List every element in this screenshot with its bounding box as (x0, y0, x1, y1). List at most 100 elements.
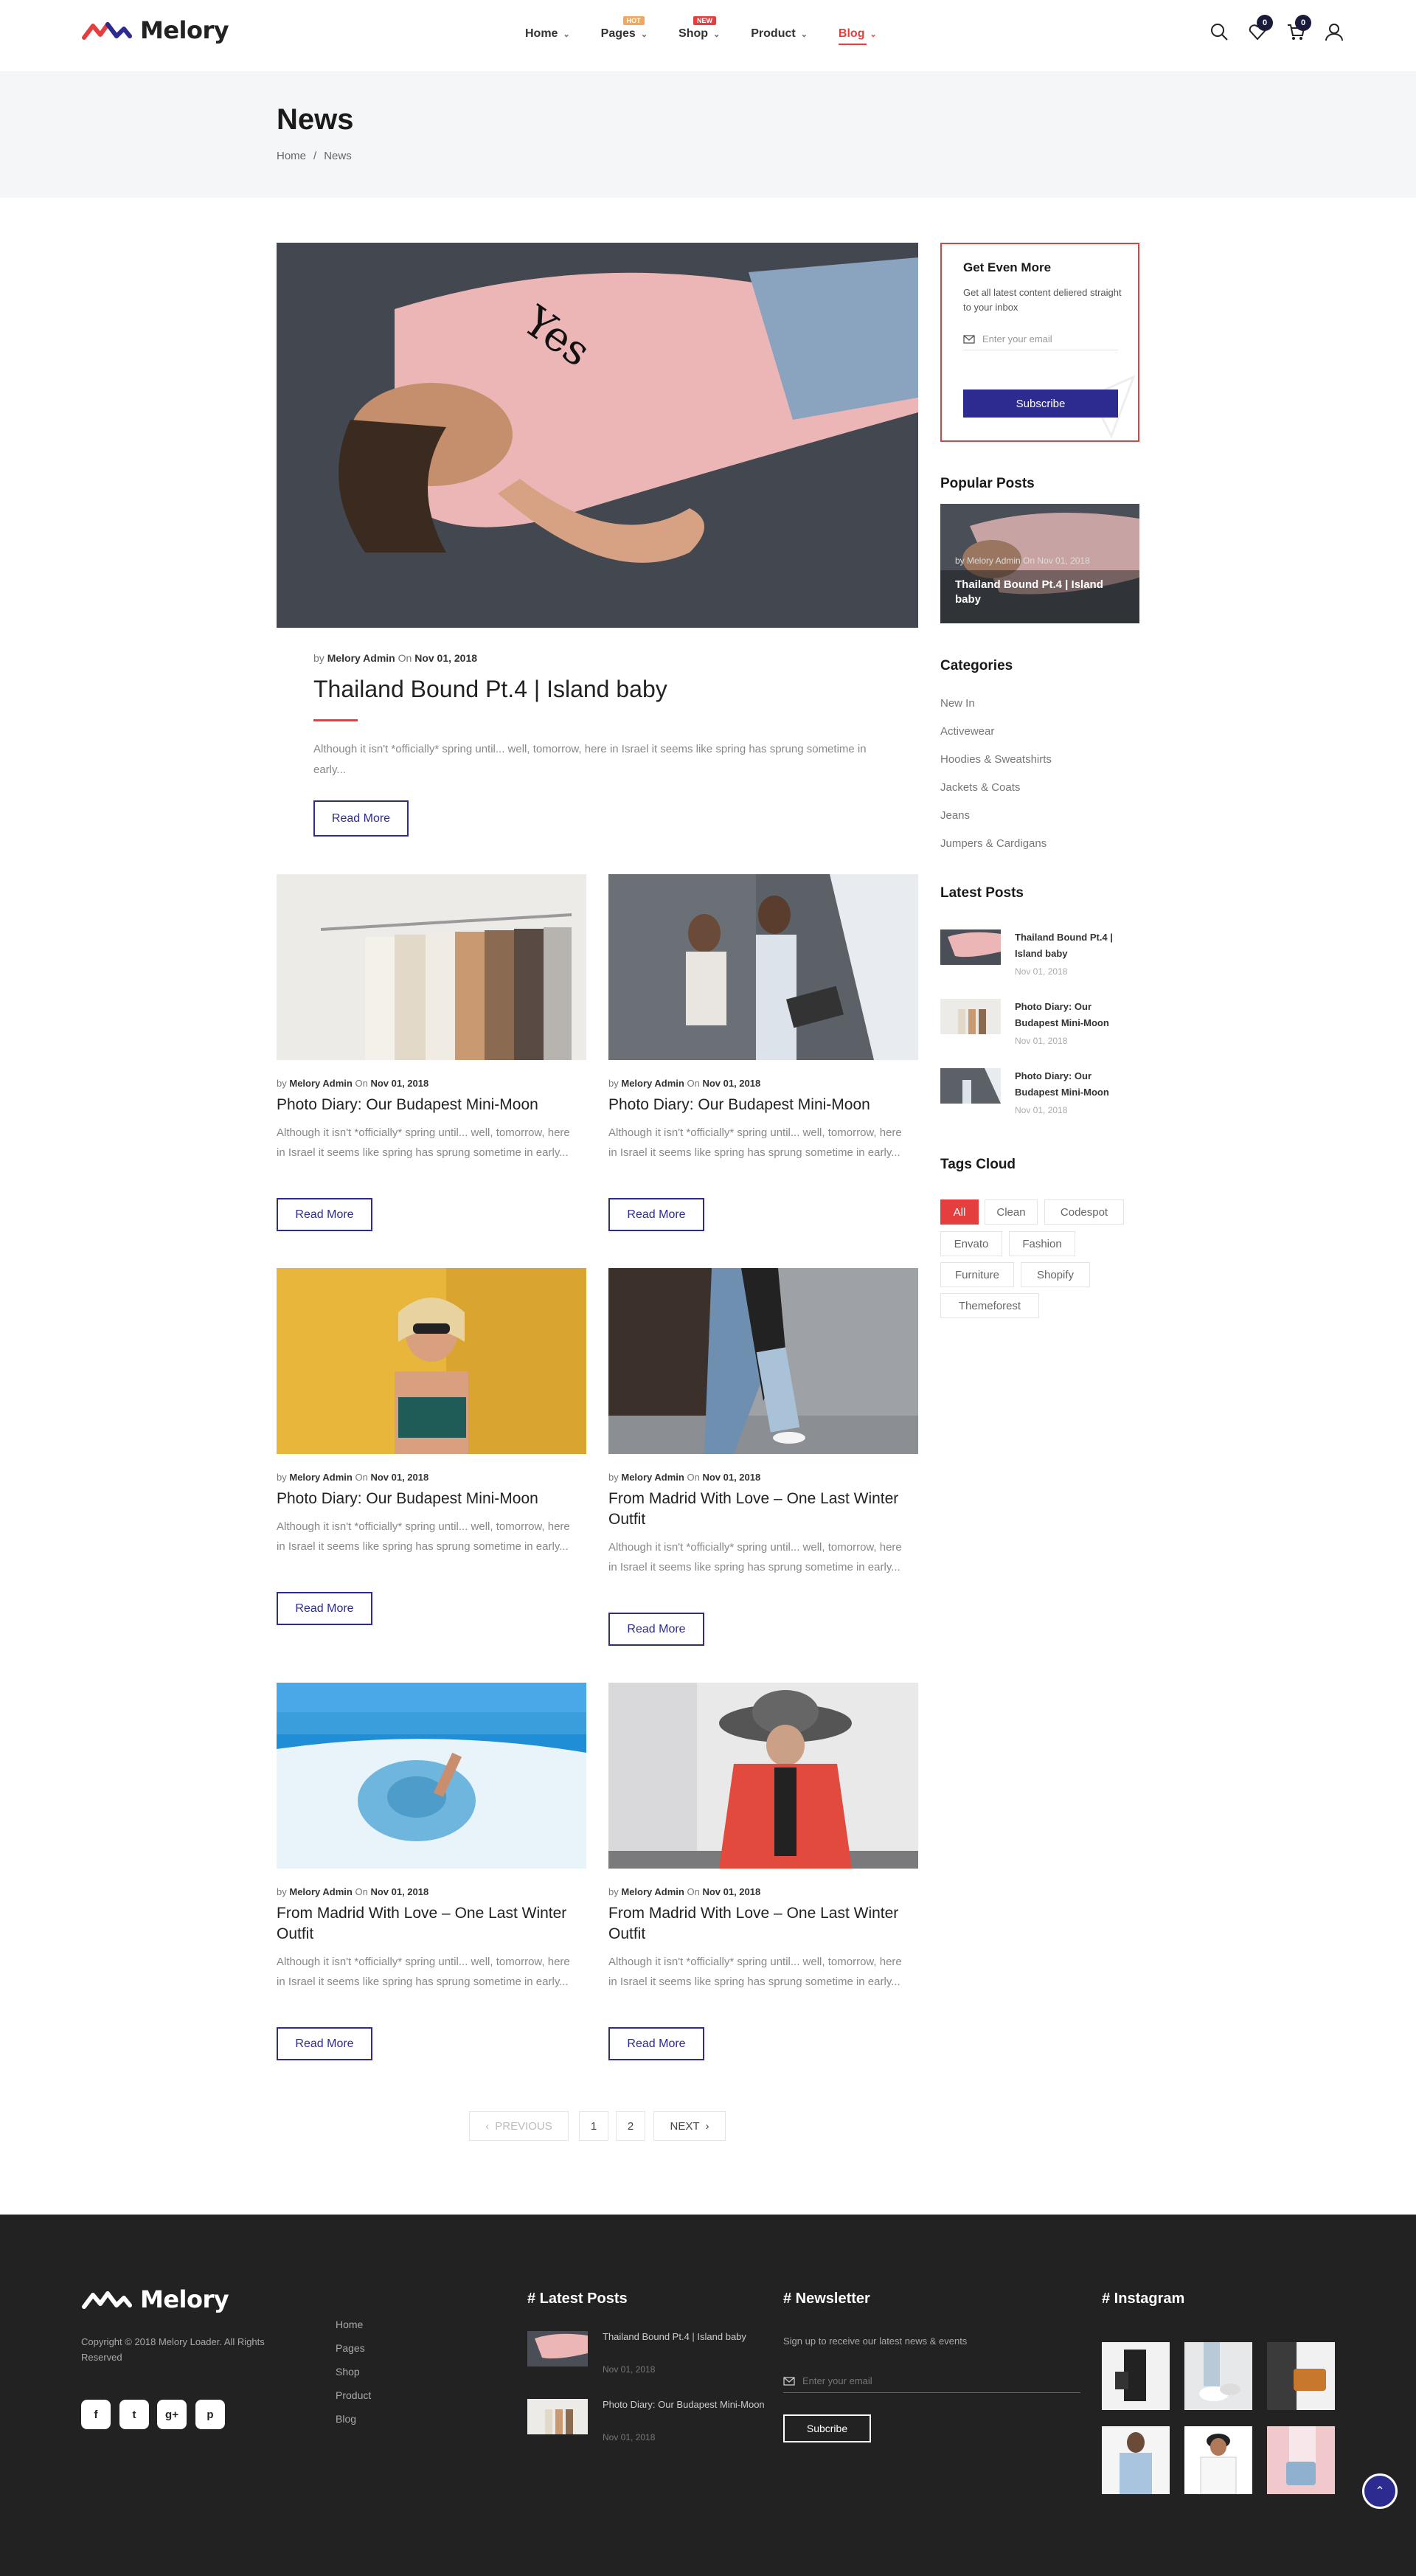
tag-button[interactable]: Furniture (940, 1262, 1014, 1287)
latest-post-title[interactable]: Photo Diary: Our Budapest Mini-Moon (1015, 999, 1133, 1031)
footer-post-thumb[interactable] (527, 2399, 588, 2434)
footer-link[interactable]: Pages (336, 2342, 365, 2354)
meta-date: Nov 01, 2018 (370, 1472, 429, 1483)
tag-button[interactable]: Shopify (1021, 1262, 1090, 1287)
post-title[interactable]: From Madrid With Love – One Last Winter … (608, 1903, 918, 1945)
latest-post-thumb[interactable] (940, 1068, 1001, 1104)
post-image[interactable] (277, 1268, 586, 1454)
pagination-next[interactable]: NEXT › (653, 2111, 726, 2141)
read-more-button[interactable]: Read More (608, 1613, 704, 1646)
footer-link[interactable]: Blog (336, 2413, 356, 2425)
search-icon[interactable] (1210, 22, 1229, 41)
logo[interactable]: Melory (81, 16, 229, 44)
tag-button[interactable]: Codespot (1044, 1199, 1124, 1225)
category-link[interactable]: Activewear (940, 725, 994, 738)
tag-button[interactable]: Themeforest (940, 1293, 1039, 1318)
wishlist-button[interactable]: 0 (1248, 15, 1273, 41)
tag-button[interactable]: All (940, 1199, 979, 1225)
meta-author[interactable]: Melory Admin (621, 1472, 684, 1483)
category-link[interactable]: Jeans (940, 809, 970, 822)
logo-text: Melory (140, 16, 229, 44)
post-title[interactable]: Photo Diary: Our Budapest Mini-Moon (277, 1489, 586, 1509)
meta-author[interactable]: Melory Admin (327, 652, 395, 664)
featured-read-more-button[interactable]: Read More (313, 800, 409, 837)
meta-author[interactable]: Melory Admin (621, 1078, 684, 1089)
meta-author[interactable]: Melory Admin (289, 1472, 352, 1483)
subscribe-email-field[interactable]: Enter your email (963, 328, 1118, 350)
twitter-icon[interactable]: t (119, 2400, 149, 2429)
instagram-photo[interactable] (1267, 2342, 1335, 2410)
meta-author[interactable]: Melory Admin (289, 1886, 352, 1897)
read-more-button[interactable]: Read More (277, 1198, 372, 1231)
post-title[interactable]: From Madrid With Love – One Last Winter … (277, 1903, 586, 1945)
category-link[interactable]: Jackets & Coats (940, 781, 1020, 794)
post-title[interactable]: Photo Diary: Our Budapest Mini-Moon (277, 1095, 586, 1115)
post-title[interactable]: From Madrid With Love – One Last Winter … (608, 1489, 918, 1530)
subscribe-email-placeholder: Enter your email (982, 333, 1052, 344)
pinterest-icon[interactable]: p (195, 2400, 225, 2429)
user-icon[interactable] (1325, 22, 1344, 41)
pagination-page-2[interactable]: 2 (616, 2111, 645, 2141)
category-link[interactable]: New In (940, 697, 975, 710)
latest-post-title[interactable]: Thailand Bound Pt.4 | Island baby (1015, 929, 1133, 962)
logo-icon (82, 2291, 132, 2309)
meta-author[interactable]: Melory Admin (621, 1886, 684, 1897)
post-image[interactable] (277, 874, 586, 1060)
read-more-button[interactable]: Read More (277, 2027, 372, 2060)
instagram-photo[interactable] (1102, 2342, 1170, 2410)
latest-post-photo (940, 999, 1001, 1034)
pagination-previous[interactable]: ‹ PREVIOUS (469, 2111, 569, 2141)
google-plus-icon[interactable]: g+ (157, 2400, 187, 2429)
site-header: Melory Home ⌄ HOT Pages ⌄ NEW Shop ⌄ Pro… (0, 0, 1416, 72)
meta-author[interactable]: Melory Admin (289, 1078, 352, 1089)
featured-post-image[interactable]: Yes (277, 243, 918, 628)
footer-logo[interactable]: Melory (81, 2285, 229, 2313)
instagram-image (1184, 2342, 1252, 2410)
instagram-photo[interactable] (1184, 2342, 1252, 2410)
instagram-photo[interactable] (1184, 2426, 1252, 2494)
tag-button[interactable]: Envato (940, 1231, 1002, 1256)
chevron-down-icon: ⌄ (800, 30, 808, 39)
category-link[interactable]: Jumpers & Cardigans (940, 837, 1047, 850)
post-image[interactable] (608, 874, 918, 1060)
breadcrumb-home[interactable]: Home (277, 150, 306, 162)
subscribe-button[interactable]: Subscribe (963, 389, 1118, 418)
post-image[interactable] (608, 1683, 918, 1869)
nav-pages[interactable]: HOT Pages ⌄ (601, 16, 648, 41)
footer-subscribe-button[interactable]: Subcribe (783, 2414, 871, 2442)
footer-link[interactable]: Product (336, 2389, 371, 2401)
nav-blog[interactable]: Blog ⌄ (838, 27, 877, 45)
footer-post-title[interactable]: Thailand Bound Pt.4 | Island baby (603, 2330, 750, 2344)
footer-link[interactable]: Home (336, 2319, 363, 2330)
nav-home[interactable]: Home ⌄ (525, 27, 570, 41)
category-link[interactable]: Hoodies & Sweatshirts (940, 753, 1052, 766)
footer-newsletter-email-field[interactable]: Enter your email (783, 2369, 1080, 2393)
latest-post-title[interactable]: Photo Diary: Our Budapest Mini-Moon (1015, 1068, 1133, 1101)
back-to-top-button[interactable]: ⌃ (1362, 2473, 1398, 2509)
nav-shop[interactable]: NEW Shop ⌄ (678, 16, 720, 41)
read-more-button[interactable]: Read More (608, 1198, 704, 1231)
latest-post-thumb[interactable] (940, 929, 1001, 965)
tag-button[interactable]: Clean (985, 1199, 1038, 1225)
beach-hat-photo (277, 1683, 586, 1869)
cart-button[interactable]: 0 (1286, 15, 1311, 41)
footer-post-thumb[interactable] (527, 2331, 588, 2366)
read-more-button[interactable]: Read More (608, 2027, 704, 2060)
facebook-icon[interactable]: f (81, 2400, 111, 2429)
footer-post-title[interactable]: Photo Diary: Our Budapest Mini-Moon (603, 2397, 765, 2412)
footer-link[interactable]: Shop (336, 2366, 360, 2378)
read-more-button[interactable]: Read More (277, 1592, 372, 1625)
latest-post-thumb[interactable] (940, 999, 1001, 1034)
instagram-photo[interactable] (1102, 2426, 1170, 2494)
post-title[interactable]: Photo Diary: Our Budapest Mini-Moon (608, 1095, 918, 1115)
pagination-page-1[interactable]: 1 (579, 2111, 608, 2141)
popular-post-card[interactable]: by Melory Admin On Nov 01, 2018 Thailand… (940, 504, 1139, 623)
tag-button[interactable]: Fashion (1009, 1231, 1075, 1256)
footer-newsletter-heading: # Newsletter (783, 2291, 870, 2307)
nav-product[interactable]: Product ⌄ (751, 27, 808, 41)
instagram-photo[interactable] (1267, 2426, 1335, 2494)
featured-post-title[interactable]: Thailand Bound Pt.4 | Island baby (313, 676, 667, 703)
post-image[interactable] (608, 1268, 918, 1454)
latest-post-date: Nov 01, 2018 (1015, 1036, 1068, 1046)
post-image[interactable] (277, 1683, 586, 1869)
